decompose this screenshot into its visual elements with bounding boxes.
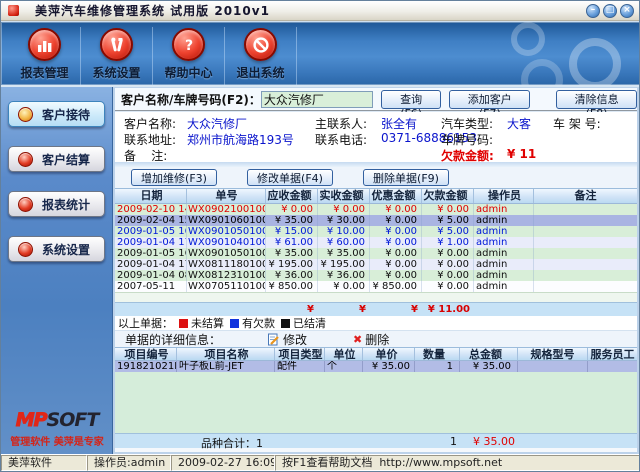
toolbar-item-help[interactable]: ? 帮助中心: [153, 27, 225, 85]
address-label: 联系地址:: [124, 131, 176, 148]
detail-table-empty-area: [115, 372, 637, 433]
toolbar-item-reports[interactable]: 报表管理: [9, 27, 81, 85]
sidebar-item-system-settings[interactable]: 系统设置: [8, 236, 105, 262]
settings-icon: [18, 242, 33, 257]
debt-color-swatch: [230, 319, 239, 328]
app-window: 美萍汽车维修管理系统 试用版 2010v1 – □ × 报表管理 系统设置 ? …: [0, 0, 640, 472]
minimize-button[interactable]: –: [586, 4, 600, 18]
brand-logo: MPSOFT 管理软件 美萍是专家: [1, 409, 113, 448]
orders-table: 日期 单号 应收金额 实收金额 优惠金额 欠款金额 操作员 备注 2009-02…: [115, 188, 637, 316]
settled-color-swatch: [281, 319, 290, 328]
table-row[interactable]: 2009-01-04 17:1WX090104010001¥ 61.00¥ 60…: [115, 237, 637, 248]
decorative-ring: [521, 59, 563, 87]
search-label: 客户名称/车牌号码(F2)：: [121, 91, 261, 108]
bar-chart-icon: [28, 28, 61, 61]
decorative-ring: [511, 22, 545, 56]
table-row[interactable]: 2009-01-05 16:2WX090105010003¥ 35.00¥ 35…: [115, 248, 637, 259]
toolbar-item-settings[interactable]: 系统设置: [81, 27, 153, 85]
status-bar: 美萍软件 操作员:admin 2009-02-27 16:09:38 按F1查看…: [1, 454, 640, 471]
total-discount: ¥ 850.00: [370, 303, 422, 316]
debt-amount-value: ¥ 11: [507, 147, 536, 161]
status-datetime: 2009-02-27 16:09:38: [171, 455, 275, 471]
memo-label: 备 注:: [124, 147, 167, 164]
table-filler: [115, 292, 637, 302]
table-row[interactable]: 2007-05-11WX070511010001¥ 850.00¥ 0.00¥ …: [115, 281, 637, 292]
status-help: 按F1查看帮助文档 http://www.mpsoft.net: [275, 455, 640, 471]
total-debt: ¥ 11.00: [422, 303, 474, 316]
customer-name-label: 客户名称:: [124, 115, 176, 132]
customer-info: 客户名称: 大众汽修厂 主联系人: 张全有 汽车类型: 大客 车 架 号: 联系…: [115, 112, 637, 162]
customer-search-input[interactable]: [261, 91, 373, 108]
exit-icon: [244, 28, 277, 61]
clear-info-button[interactable]: 清除信息(F8): [556, 90, 637, 109]
tools-icon: [100, 28, 133, 61]
table-row-selected[interactable]: 2009-02-04 15:2WX090106010004¥ 35.00¥ 30…: [115, 215, 637, 226]
statistics-icon: [18, 197, 33, 212]
frame-no-label: 车 架 号:: [553, 115, 601, 132]
status-brand: 美萍软件: [1, 455, 87, 471]
table-row[interactable]: 2009-01-05 16:1WX090105010002¥ 15.00¥ 10…: [115, 226, 637, 237]
table-row[interactable]: 2009-02-10 14:3WX090210010001¥ 0.00¥ 0.0…: [115, 204, 637, 215]
table-row[interactable]: 2009-01-04 08:5WX081231010042¥ 36.00¥ 36…: [115, 270, 637, 281]
delete-x-icon: ✖: [353, 333, 362, 346]
status-operator: 操作员:admin: [87, 455, 171, 471]
detail-label: 单据的详细信息：: [125, 331, 221, 348]
close-button[interactable]: ×: [620, 4, 634, 18]
phone-label: 联系电话:: [315, 131, 367, 148]
legend-label: 以上单据：: [118, 315, 173, 331]
summary-qty: 1: [415, 435, 457, 448]
detail-summary-row: 品种合计：1 1 ¥ 35.00: [115, 433, 637, 448]
debt-amount-label: 欠款金额:: [441, 147, 494, 164]
app-icon: [8, 5, 19, 16]
customer-name-value: 大众汽修厂: [187, 115, 247, 132]
main-panel: 客户名称/车牌号码(F2)： 查询(F6) 添加客户(F7) 清除信息(F8) …: [113, 87, 639, 454]
question-icon: ?: [172, 28, 205, 61]
car-type-label: 汽车类型:: [441, 115, 493, 132]
svg-text:?: ?: [184, 38, 192, 54]
order-actions: 增加维修(F3) 修改单据(F4) 删除单据(F9): [115, 167, 637, 188]
query-button[interactable]: 查询(F6): [381, 90, 442, 109]
contact-label: 主联系人:: [315, 115, 367, 132]
address-value: 郑州市航海路193号: [187, 131, 294, 148]
title-bar: 美萍汽车维修管理系统 试用版 2010v1 – □ ×: [1, 1, 639, 21]
orders-table-header: 日期 单号 应收金额 实收金额 优惠金额 欠款金额 操作员 备注: [115, 189, 637, 204]
unsettled-color-swatch: [179, 319, 188, 328]
modify-order-button[interactable]: 修改单据(F4): [247, 169, 333, 186]
delete-item-button[interactable]: ✖ 删除: [353, 331, 389, 348]
sidebar-item-report-statistics[interactable]: 报表统计: [8, 191, 105, 217]
totals-row: ¥ 1,227.00 ¥ 366.00 ¥ 850.00 ¥ 11.00: [115, 302, 637, 316]
window-title: 美萍汽车维修管理系统 试用版 2010v1: [35, 2, 270, 19]
edit-note-icon: [267, 333, 280, 346]
reception-icon: [18, 107, 33, 122]
car-type-value: 大客: [507, 115, 531, 132]
search-bar: 客户名称/车牌号码(F2)： 查询(F6) 添加客户(F7) 清除信息(F8): [115, 88, 637, 112]
toolbar-item-exit[interactable]: 退出系统: [225, 27, 297, 85]
decorative-ring: [569, 38, 621, 87]
delete-order-button[interactable]: 删除单据(F9): [363, 169, 449, 186]
table-row[interactable]: 2009-01-04 17:1WX081118010001¥ 195.00¥ 1…: [115, 259, 637, 270]
sidebar-item-customer-settlement[interactable]: 客户结算: [8, 146, 105, 172]
sidebar-item-customer-reception[interactable]: 客户接待: [8, 101, 105, 127]
bottom-gap: [115, 448, 637, 452]
detail-table-header: 项目编号 项目名称 项目类型 单位 单价 数量 总金额 规格型号 服务员工: [115, 347, 637, 361]
toolbar: 报表管理 系统设置 ? 帮助中心 退出系统: [1, 21, 640, 87]
variety-total-label: 品种合计：1: [201, 435, 263, 451]
status-legend: 以上单据： 未结算 有欠款 已结清: [115, 316, 637, 330]
plate-no-label: 车牌号码:: [441, 131, 493, 148]
add-repair-button[interactable]: 增加维修(F3): [131, 169, 217, 186]
sidebar: 客户接待 客户结算 报表统计 系统设置 MPSOFT 管理软件 美萍是专家: [1, 87, 113, 454]
maximize-button[interactable]: □: [603, 4, 617, 18]
add-customer-button[interactable]: 添加客户(F7): [449, 90, 530, 109]
settlement-icon: [18, 152, 33, 167]
brand-slogan: 管理软件 美萍是专家: [1, 433, 113, 448]
detail-row-selected[interactable]: 191821021E 叶子板L前-JET 配件 个 ¥ 35.00 1 ¥ 35…: [115, 361, 637, 372]
summary-amount: ¥ 35.00: [463, 435, 515, 448]
contact-value: 张全有: [381, 115, 417, 132]
detail-section-bar: 单据的详细信息： 修改 ✖ 删除: [115, 330, 637, 347]
modify-item-button[interactable]: 修改: [267, 331, 307, 348]
